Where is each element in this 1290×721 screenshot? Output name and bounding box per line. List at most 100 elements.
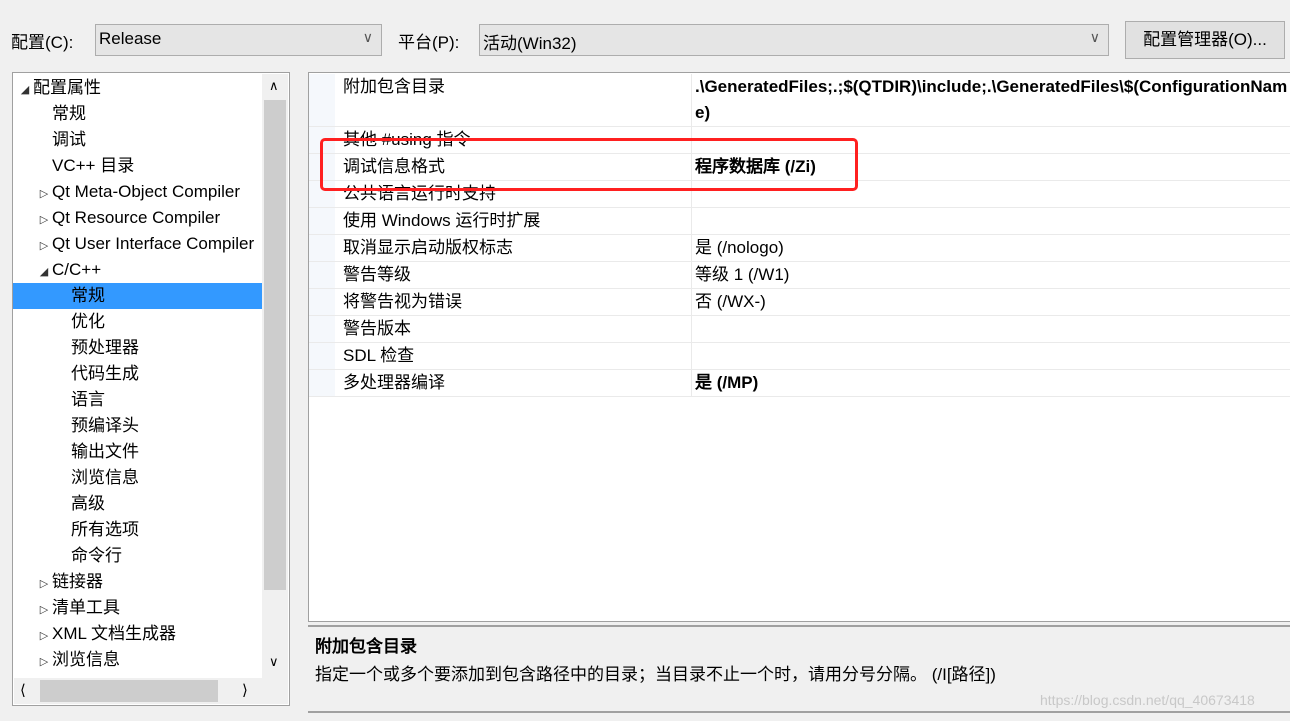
tree-item-label: 配置属性 (33, 78, 101, 97)
tree-item-label: 语言 (71, 390, 105, 409)
row-gutter (309, 343, 335, 369)
tree-item-label: 浏览信息 (52, 650, 120, 669)
expanded-triangle-icon[interactable]: ◢ (36, 259, 52, 285)
chevron-down-icon: ∨ (362, 29, 373, 45)
row-gutter (309, 370, 335, 396)
tree-item-label: 浏览信息 (71, 468, 139, 487)
property-value[interactable]: 是 (/MP) (691, 370, 1290, 396)
tree-item[interactable]: 语言 (13, 387, 262, 413)
property-value[interactable]: 否 (/WX-) (691, 289, 1290, 315)
property-name: 警告版本 (343, 319, 411, 338)
collapsed-triangle-icon[interactable]: ▷ (36, 649, 52, 675)
collapsed-triangle-icon[interactable]: ▷ (36, 233, 52, 259)
tree-item[interactable]: ▷ 浏览信息 (13, 647, 262, 673)
tree-item[interactable]: ▷ Qt Resource Compiler (13, 205, 262, 231)
scroll-thumb[interactable] (40, 680, 218, 702)
property-name: SDL 检查 (343, 346, 415, 365)
property-name: 多处理器编译 (343, 373, 445, 392)
collapsed-triangle-icon[interactable]: ▷ (36, 597, 52, 623)
tree-item[interactable]: ▷ 清单工具 (13, 595, 262, 621)
tree-item[interactable]: 输出文件 (13, 439, 262, 465)
tree-horizontal-scrollbar[interactable]: ⟨ ⟩ (14, 678, 288, 704)
tree-item-label: XML 文档生成器 (52, 624, 177, 643)
scroll-left-icon[interactable]: ⟨ (20, 681, 26, 699)
property-row[interactable]: 附加包含目录 .\GeneratedFiles;.;$(QTDIR)\includ… (309, 74, 1290, 127)
tree-item-label: 高级 (71, 494, 105, 513)
tree-item-label: 命令行 (71, 546, 122, 565)
config-manager-button[interactable]: 配置管理器(O)... (1125, 21, 1285, 59)
config-value: Release (99, 29, 162, 48)
tree-item-label: 常规 (71, 286, 105, 305)
tree-item[interactable]: 代码生成 (13, 361, 262, 387)
tree-item[interactable]: 所有选项 (13, 517, 262, 543)
tree-item[interactable]: 浏览信息 (13, 465, 262, 491)
property-row[interactable]: 将警告视为错误 否 (/WX-) (309, 289, 1290, 316)
tree-item[interactable]: 调试 (13, 127, 262, 153)
tree-item[interactable]: 命令行 (13, 543, 262, 569)
property-name: 将警告视为错误 (343, 292, 462, 311)
highlight-box (320, 138, 858, 191)
property-value[interactable]: 是 (/nologo) (691, 235, 1290, 261)
tree-item-label: 代码生成 (71, 364, 139, 383)
tree-item-label: Qt Resource Compiler (52, 208, 221, 227)
property-name: 使用 Windows 运行时扩展 (343, 211, 541, 230)
tree-item[interactable]: 预处理器 (13, 335, 262, 361)
scroll-up-icon[interactable]: ∧ (269, 78, 279, 94)
tree-item-label: 预编译头 (71, 416, 139, 435)
platform-label: 平台(P): (398, 33, 460, 52)
row-gutter (309, 262, 335, 288)
collapsed-triangle-icon[interactable]: ▷ (36, 623, 52, 649)
config-dropdown[interactable]: Release ∨ (95, 24, 382, 56)
tree-item[interactable]: 常规 (13, 283, 262, 309)
property-row[interactable]: 警告版本 (309, 316, 1290, 343)
tree-item-label: Qt User Interface Compiler (52, 234, 255, 253)
tree-item-label: 所有选项 (71, 520, 139, 539)
scroll-down-icon[interactable]: ∨ (269, 654, 279, 670)
property-row[interactable]: 使用 Windows 运行时扩展 (309, 208, 1290, 235)
property-value[interactable] (691, 208, 1290, 234)
platform-value: 活动(Win32) (483, 34, 577, 53)
property-row[interactable]: 多处理器编译 是 (/MP) (309, 370, 1290, 397)
tree-item-label: Qt Meta-Object Compiler (52, 182, 240, 201)
property-row[interactable]: SDL 检查 (309, 343, 1290, 370)
tree-item[interactable]: 高级 (13, 491, 262, 517)
property-tree: ◢ 配置属性 常规 调试 VC++ 目录 ▷ Qt Meta-Object Compiler… (12, 72, 290, 706)
tree-item[interactable]: ▷ Qt Meta-Object Compiler (13, 179, 262, 205)
tree-item-label: 常规 (52, 104, 86, 123)
tree-item[interactable]: ◢ C/C++ (13, 257, 262, 283)
property-row[interactable]: 警告等级 等级 1 (/W1) (309, 262, 1290, 289)
tree-item[interactable]: ▷ XML 文档生成器 (13, 621, 262, 647)
collapsed-triangle-icon[interactable]: ▷ (36, 571, 52, 597)
expanded-triangle-icon[interactable]: ◢ (17, 77, 33, 103)
tree-item-label: 清单工具 (52, 598, 120, 617)
tree-item[interactable]: ◢ 配置属性 (13, 75, 262, 101)
tree-item[interactable]: 优化 (13, 309, 262, 335)
config-label: 配置(C): (11, 33, 74, 52)
tree-item[interactable]: ▷ Qt User Interface Compiler (13, 231, 262, 257)
property-value[interactable]: .\GeneratedFiles;.;$(QTDIR)\include;.\Ge… (691, 74, 1290, 126)
collapsed-triangle-icon[interactable]: ▷ (36, 207, 52, 233)
property-value[interactable] (691, 316, 1290, 342)
scroll-thumb[interactable] (264, 100, 286, 590)
tree-item[interactable]: ▷ 链接器 (13, 569, 262, 595)
property-name: 取消显示启动版权标志 (343, 238, 513, 257)
property-name: 附加包含目录 (343, 77, 445, 96)
tree-item-label: VC++ 目录 (52, 156, 135, 175)
tree-item-label: C/C++ (52, 260, 102, 279)
tree-item-label: 链接器 (52, 572, 103, 591)
chevron-down-icon: ∨ (1089, 29, 1100, 45)
tree-item-label: 调试 (52, 130, 86, 149)
row-gutter (309, 289, 335, 315)
property-row[interactable]: 取消显示启动版权标志 是 (/nologo) (309, 235, 1290, 262)
collapsed-triangle-icon[interactable]: ▷ (36, 181, 52, 207)
tree-item-label: 预处理器 (71, 338, 139, 357)
tree-item[interactable]: 常规 (13, 101, 262, 127)
platform-dropdown[interactable]: 活动(Win32) ∨ (479, 24, 1109, 56)
tree-item[interactable]: VC++ 目录 (13, 153, 262, 179)
property-value[interactable]: 等级 1 (/W1) (691, 262, 1290, 288)
tree-item[interactable]: 预编译头 (13, 413, 262, 439)
property-value[interactable] (691, 343, 1290, 369)
tree-vertical-scrollbar[interactable]: ∧ ∨ (262, 74, 288, 678)
row-gutter (309, 208, 335, 234)
scroll-right-icon[interactable]: ⟩ (242, 681, 248, 699)
